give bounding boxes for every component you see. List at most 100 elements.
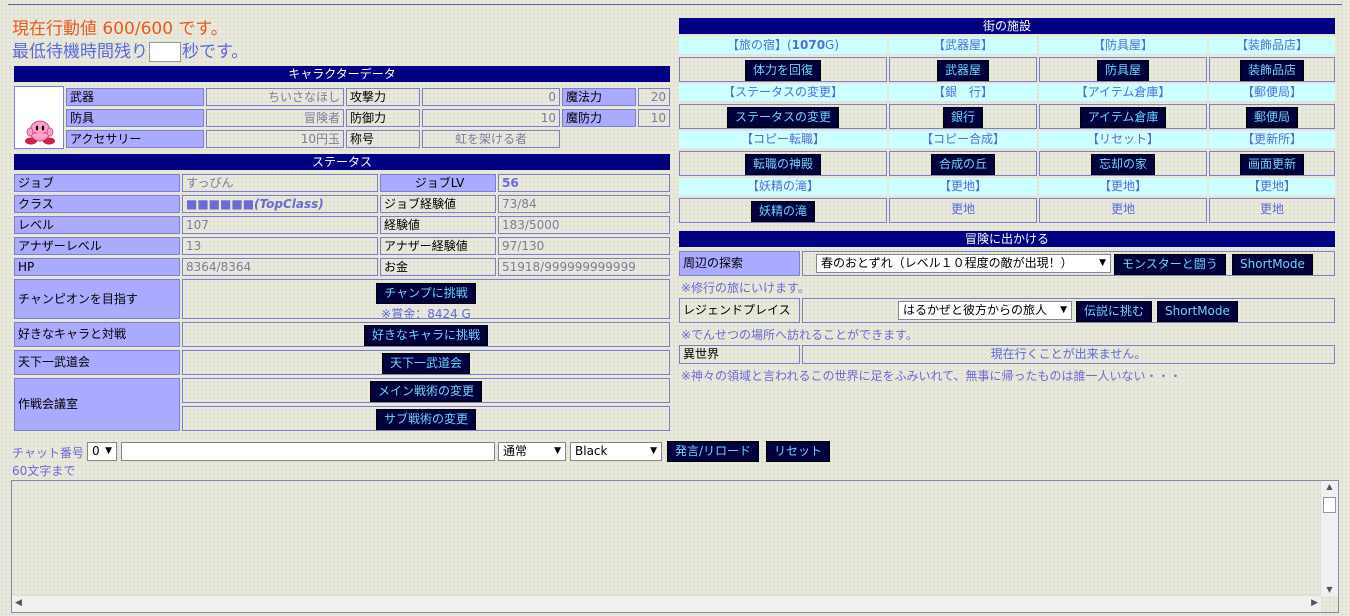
reset-name: 【リセット】 bbox=[1039, 131, 1207, 148]
character-data-header: キャラクターデータ bbox=[14, 66, 670, 82]
status-change-name: 【ステータスの変更】 bbox=[679, 84, 887, 101]
copy-fusion-name: 【コピー合成】 bbox=[889, 131, 1037, 148]
vacant-lot-2: 更地 bbox=[1039, 198, 1207, 223]
wait-suffix: 秒です。 bbox=[182, 42, 249, 62]
post-office-button[interactable]: 郵便局 bbox=[1245, 107, 1298, 128]
accessory-value: 10円玉 bbox=[206, 130, 344, 148]
main-tactic-button[interactable]: メイン戦術の変更 bbox=[369, 381, 482, 402]
scroll-up-icon[interactable]: ▲ bbox=[1321, 481, 1338, 493]
update-name: 【更新所】 bbox=[1209, 131, 1335, 148]
defense-label: 防御力 bbox=[346, 109, 420, 127]
chat-limit-note: 60文字まで bbox=[12, 464, 76, 478]
weapon-shop-button[interactable]: 武器屋 bbox=[936, 60, 989, 81]
another-level-value: 13 bbox=[182, 237, 378, 255]
bank-name: 【銀 行】 bbox=[889, 84, 1037, 101]
explore-select-value: 春のおとずれ（レベル１０程度の敵が出現！） bbox=[821, 256, 1073, 270]
town-header: 街の施設 bbox=[679, 18, 1335, 34]
status-change-cell: ステータスの変更 bbox=[679, 104, 887, 129]
defense-value: 10 bbox=[422, 109, 560, 127]
character-avatar bbox=[14, 86, 64, 149]
inn-cell: 体力を回復 bbox=[679, 57, 887, 82]
sub-tactic-button[interactable]: サブ戦術の変更 bbox=[375, 409, 476, 430]
job-value: すっぴん bbox=[182, 174, 378, 192]
bank-cell: 銀行 bbox=[889, 104, 1037, 129]
fight-monster-button[interactable]: モンスターと闘う bbox=[1114, 254, 1226, 275]
accessory-shop-name: 【装飾品店】 bbox=[1209, 37, 1335, 54]
money-label: お金 bbox=[380, 258, 496, 276]
explore-note: ※修行の旅にいけます。 bbox=[681, 281, 810, 295]
chat-number-label: チャット番号 bbox=[12, 446, 84, 460]
joblv-label: ジョブLV bbox=[380, 174, 496, 192]
level-value: 107 bbox=[182, 216, 378, 234]
another-exp-label: アナザー経験値 bbox=[380, 237, 496, 255]
other-world-label: 異世界 bbox=[679, 345, 800, 364]
bank-button[interactable]: 銀行 bbox=[942, 107, 983, 128]
strategy-room-label: 作戦会議室 bbox=[14, 378, 180, 431]
armor-value: 冒険者 bbox=[206, 109, 344, 127]
chat-message-input[interactable] bbox=[121, 442, 495, 461]
refresh-cell: 画面更新 bbox=[1209, 151, 1335, 176]
chevron-down-icon: ▼ bbox=[554, 446, 561, 456]
recover-hp-button[interactable]: 体力を回復 bbox=[744, 60, 821, 81]
money-value: 51918/999999999999 bbox=[498, 258, 670, 276]
chat-number-value: 0 bbox=[92, 444, 100, 458]
inn-name: 【旅の宿】(1070G) bbox=[679, 37, 887, 54]
horizontal-scrollbar[interactable]: ◀ ▶ bbox=[12, 595, 1321, 612]
jobexp-value: 73/84 bbox=[498, 195, 670, 213]
scroll-left-icon[interactable]: ◀ bbox=[15, 598, 22, 608]
scroll-down-icon[interactable]: ▼ bbox=[1321, 584, 1338, 596]
kirby-icon bbox=[25, 120, 55, 145]
job-label: ジョブ bbox=[14, 174, 180, 192]
job-temple-cell: 転職の神殿 bbox=[679, 151, 887, 176]
vacant-lot-name-2: 【更地】 bbox=[1039, 178, 1207, 195]
copy-job-name: 【コピー転職】 bbox=[679, 131, 887, 148]
accessory-shop-button[interactable]: 装飾品店 bbox=[1239, 60, 1304, 81]
explore-shortmode-button[interactable]: ShortMode bbox=[1232, 254, 1313, 275]
armor-shop-button[interactable]: 防具屋 bbox=[1096, 60, 1149, 81]
armor-label: 防具 bbox=[66, 109, 204, 127]
item-storage-button[interactable]: アイテム倉庫 bbox=[1079, 107, 1167, 128]
status-change-button[interactable]: ステータスの変更 bbox=[726, 107, 839, 128]
explore-label: 周辺の探索 bbox=[679, 251, 800, 276]
vertical-scrollbar[interactable]: ▲ ▼ bbox=[1320, 481, 1338, 596]
chat-color-select[interactable]: Black ▼ bbox=[570, 442, 662, 461]
fairy-falls-button[interactable]: 妖精の滝 bbox=[750, 201, 815, 222]
post-office-cell: 郵便局 bbox=[1209, 104, 1335, 129]
title-value: 虹を架ける者 bbox=[422, 130, 560, 148]
wait-time-field bbox=[149, 42, 181, 62]
explore-area-select[interactable]: 春のおとずれ（レベル１０程度の敵が出現！） ▼ bbox=[816, 254, 1111, 273]
inn-suffix: G) bbox=[825, 38, 840, 52]
favorite-battle-button[interactable]: 好きなキャラに挑戦 bbox=[363, 325, 488, 346]
champion-challenge-button[interactable]: チャンプに挑戦 bbox=[376, 283, 476, 304]
legend-shortmode-button[interactable]: ShortMode bbox=[1157, 301, 1238, 322]
legend-challenge-button[interactable]: 伝説に挑む bbox=[1076, 301, 1153, 322]
send-reload-button[interactable]: 発言/リロード bbox=[667, 441, 760, 462]
chat-number-select[interactable]: 0 ▼ bbox=[87, 442, 117, 461]
weapon-value: ちいさなほし bbox=[206, 88, 344, 106]
refresh-screen-button[interactable]: 画面更新 bbox=[1239, 154, 1304, 175]
adventure-header: 冒険に出かける bbox=[679, 231, 1335, 247]
other-world-status: 現在行くことが出来ません。 bbox=[802, 345, 1335, 364]
chat-reset-button[interactable]: リセット bbox=[766, 441, 831, 462]
exp-label: 経験値 bbox=[380, 216, 496, 234]
wait-prefix: 最低待機時間残り bbox=[12, 42, 148, 62]
legend-place-select[interactable]: はるかぜと彼方からの旅人 ▼ bbox=[898, 301, 1072, 320]
item-storage-name: 【アイテム倉庫】 bbox=[1039, 84, 1207, 101]
class-label: クラス bbox=[14, 195, 180, 213]
fusion-hill-button[interactable]: 合成の丘 bbox=[930, 154, 995, 175]
chat-mode-select[interactable]: 通常 ▼ bbox=[498, 442, 566, 461]
vacant-lot-name-1: 【更地】 bbox=[889, 178, 1037, 195]
accessory-shop-cell: 装飾品店 bbox=[1209, 57, 1335, 82]
fusion-hill-cell: 合成の丘 bbox=[889, 151, 1037, 176]
tournament-button[interactable]: 天下一武道会 bbox=[381, 353, 470, 374]
scroll-thumb[interactable] bbox=[1323, 497, 1336, 513]
mdef-value: 10 bbox=[638, 109, 670, 127]
champion-label: チャンピオンを目指す bbox=[14, 279, 180, 319]
favorite-battle-label: 好きなキャラと対戦 bbox=[14, 322, 180, 347]
oblivion-house-button[interactable]: 忘却の家 bbox=[1090, 154, 1155, 175]
title-label: 称号 bbox=[346, 130, 420, 148]
jobexp-label: ジョブ経験値 bbox=[380, 195, 496, 213]
scroll-right-icon[interactable]: ▶ bbox=[1311, 598, 1318, 608]
mdef-label: 魔防力 bbox=[562, 109, 636, 127]
job-temple-button[interactable]: 転職の神殿 bbox=[744, 154, 821, 175]
